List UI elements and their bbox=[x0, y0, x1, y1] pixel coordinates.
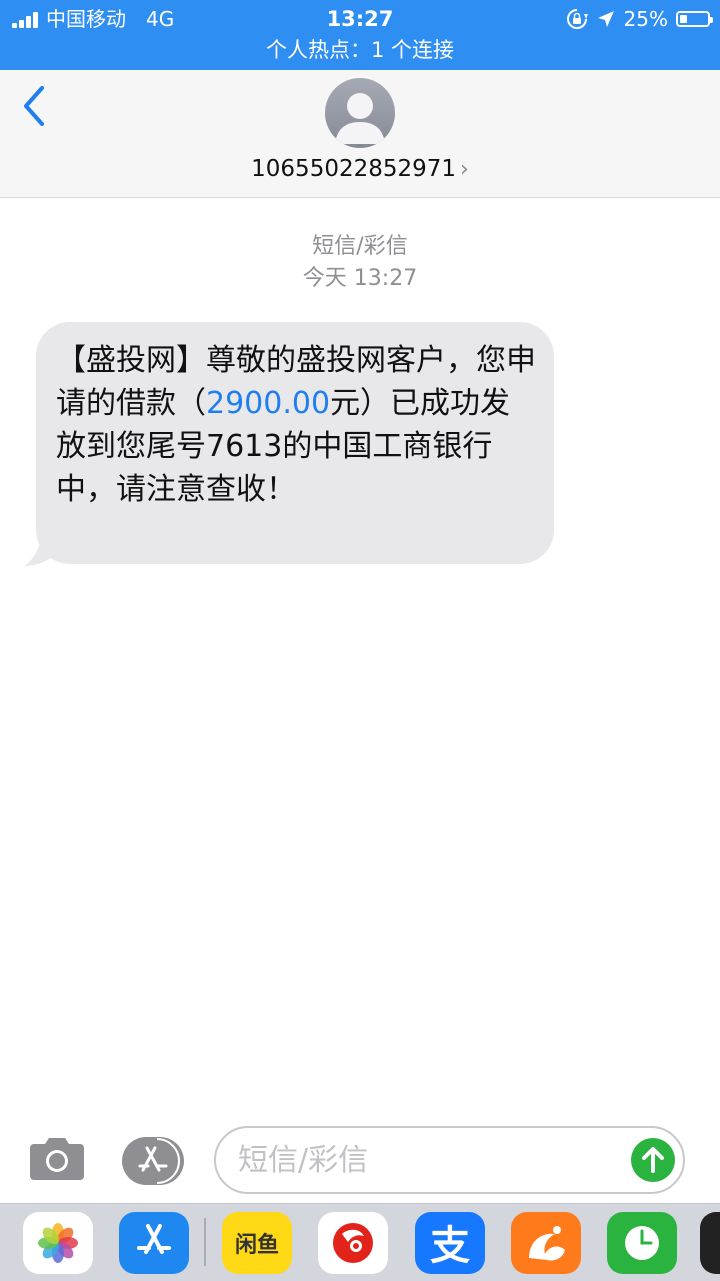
arrow-up-icon bbox=[642, 1147, 664, 1173]
chevron-right-icon: › bbox=[460, 157, 469, 182]
drawer-divider bbox=[204, 1218, 206, 1266]
send-button[interactable] bbox=[631, 1138, 675, 1182]
clock-app-icon[interactable] bbox=[607, 1212, 677, 1274]
battery-percent: 25% bbox=[623, 7, 668, 31]
message-input[interactable]: 短信/彩信 bbox=[214, 1126, 685, 1194]
uc-browser-app-icon[interactable] bbox=[511, 1212, 581, 1274]
app-store-app-icon[interactable] bbox=[119, 1212, 189, 1274]
app-drawer: 闲鱼 支 bbox=[0, 1203, 720, 1281]
status-bar: 中国移动 4G 13:27 25% 个人热点：1 个连接 bbox=[0, 0, 720, 70]
contact-number: 10655022852971 bbox=[251, 156, 457, 182]
photos-app-icon[interactable] bbox=[23, 1212, 93, 1274]
rotation-lock-icon bbox=[566, 9, 588, 29]
battery-icon bbox=[676, 11, 713, 27]
message-bubble[interactable]: 【盛投网】尊敬的盛投网客户，您申请的借款（2900.00元）已成功发放到您尾号7… bbox=[36, 322, 554, 564]
more-app-icon[interactable] bbox=[700, 1212, 720, 1274]
pinduoduo-app-icon[interactable] bbox=[318, 1212, 388, 1274]
back-chevron-icon[interactable] bbox=[18, 84, 48, 128]
app-store-icon[interactable] bbox=[122, 1136, 184, 1186]
conversation-header: 10655022852971 › bbox=[0, 70, 720, 198]
contact-name-button[interactable]: 10655022852971 › bbox=[0, 154, 720, 185]
message-type-label: 短信/彩信 bbox=[312, 234, 408, 259]
xianyu-app-icon[interactable]: 闲鱼 bbox=[222, 1212, 292, 1274]
message-amount-link[interactable]: 2900.00 bbox=[206, 386, 330, 421]
message-timestamp: 今天 13:27 bbox=[302, 266, 418, 291]
location-icon bbox=[597, 11, 614, 27]
alipay-label: 支 bbox=[430, 1223, 470, 1269]
person-icon bbox=[335, 93, 385, 144]
hotspot-banner[interactable]: 个人热点：1 个连接 bbox=[0, 36, 720, 64]
message-input-placeholder: 短信/彩信 bbox=[238, 1143, 369, 1178]
xianyu-label: 闲鱼 bbox=[235, 1232, 279, 1258]
camera-icon[interactable] bbox=[28, 1134, 86, 1182]
alipay-app-icon[interactable]: 支 bbox=[415, 1212, 485, 1274]
contact-avatar[interactable] bbox=[325, 78, 395, 148]
